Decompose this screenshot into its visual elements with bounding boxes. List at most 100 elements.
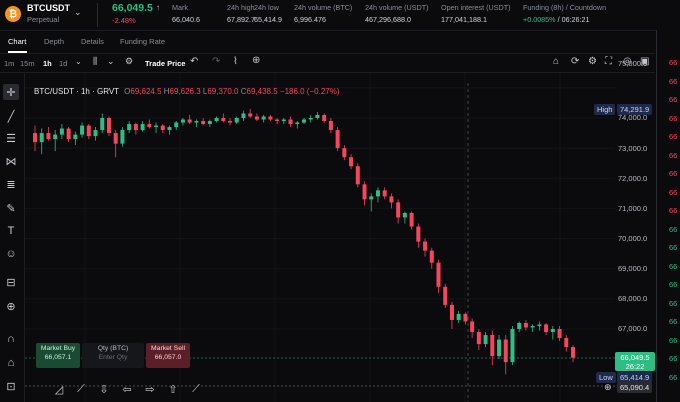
fib-icon[interactable]: ≣ [3,176,19,192]
candle-body [154,125,159,128]
tab-details[interactable]: Details [81,37,104,46]
lock-icon[interactable]: ⌂ [3,355,19,371]
trendline-icon[interactable]: ╱ [3,108,19,124]
ruler-tool-icon[interactable]: ◿ [50,381,68,397]
add-alert-icon[interactable]: ⊕ [604,382,612,393]
interval-1d[interactable]: 1d [59,59,67,68]
redo-icon[interactable]: ↷ [212,56,220,67]
interval-15m[interactable]: 15m [20,59,35,68]
tab-depth[interactable]: Depth [44,37,64,46]
brush-icon[interactable]: ✎ [3,200,19,216]
candle-body [402,212,407,218]
emoji-icon[interactable]: ☺ [3,246,19,262]
orderbook-price: 66 [669,280,678,289]
orderbook-price: 66 [669,169,678,178]
candle-body [342,148,347,158]
divider [97,3,98,27]
text-icon[interactable]: T [3,223,19,239]
interval-dropdown-icon[interactable]: ⌄ [75,57,82,66]
gear-icon[interactable]: ⚙ [588,56,597,67]
qty-field[interactable]: Qty (BTC) Enter Qty [82,343,144,368]
tab-chart[interactable]: Chart [8,37,26,46]
candle-body [113,133,118,144]
market-buy-button[interactable]: Market Buy 66,057.1 [36,343,80,368]
stat-24h-low: 24h low 65,414.9 [254,3,282,24]
pen-tool-icon[interactable]: ⟋ [187,381,205,397]
qty-input[interactable]: Enter Qty [82,354,144,361]
current-price-marker: 66,049.5 26:22 [615,352,655,371]
line-tool-icon[interactable]: ⟋ [72,381,90,397]
orderbook-price: 66 [669,95,678,104]
channel-icon[interactable]: ⋈ [3,153,19,169]
candle-body [302,119,306,123]
arrow-down-icon[interactable]: ⇩ [95,381,113,397]
orderbook-price: 66 [669,224,678,234]
indicators-icon[interactable]: ⌄ [107,56,115,67]
candle-body [537,324,542,326]
arrow-left-icon[interactable]: ⇦ [118,381,136,397]
candle-body [106,118,111,134]
stat-24h-volume-usdt: 24h volume (USDT) 467,296,688.0 [365,3,429,24]
orderbook-price: 66 [669,354,678,363]
candle-body [86,125,91,137]
orderbook-price: 66 [669,317,678,326]
symbol-dropdown-icon[interactable]: ⌄ [74,7,82,18]
candle-body [100,118,105,131]
zoom-in-icon[interactable]: ⊕ [3,298,19,314]
line-chart-icon[interactable]: ⌇ [233,56,238,67]
orderbook-price: 66 [669,132,678,141]
candle-body [449,304,454,320]
candle-body [268,116,273,120]
crosshair-icon[interactable]: ✛ [3,84,19,100]
high-label: High [594,104,616,115]
candle-type-icon[interactable]: ⫼ [93,56,97,67]
settings-icon[interactable]: ⚙ [125,56,133,67]
arrow-up-icon[interactable]: ⇧ [164,381,182,397]
candle-body [73,134,78,140]
interval-1h[interactable]: 1h [43,59,52,68]
tab-funding-rate[interactable]: Funding Rate [120,37,165,46]
interval-1m[interactable]: 1m [4,59,14,68]
candle-body [463,313,468,322]
candle-body [194,121,199,123]
chart-toolbar: 1m 15m 1h 1d ⌄ ⫼ ⌄ ⚙ Trade Price ↶ ↷ ⌇ ⊕… [0,54,655,73]
candle-body [429,250,434,263]
orderbook-price: 66 [669,150,678,160]
ruler-icon[interactable]: ⊟ [3,274,19,290]
alert-icon[interactable]: ⌂ [553,56,559,67]
legend-pair: BTC/USDT · 1h · GRVT [34,87,119,96]
high-value: 74,291.9 [617,104,653,115]
refresh-icon[interactable]: ⟳ [571,56,579,67]
trade-price-button[interactable]: Trade Price [145,59,185,68]
y-tick: 71,000.0 [618,204,648,213]
candle-body [503,339,508,363]
y-tick: 75,000.0 [618,59,648,68]
bottom-price-value: 65,090.4 [617,382,653,393]
candle-body [275,119,280,122]
candle-body [571,347,575,358]
candle-body [375,190,380,197]
y-tick: 73,000.0 [618,144,648,153]
lock-drawings-icon[interactable]: ⊡ [3,378,19,394]
quick-order-panel: Market Buy 66,057.1 Qty (BTC) Enter Qty … [36,343,198,369]
magnet-icon[interactable]: ∩ [3,331,19,347]
candle-body [66,128,71,140]
funding-countdown: / 06:26:21 [555,15,590,24]
current-price-value: 66,049.5 [620,353,650,362]
horizontal-lines-icon[interactable]: ☰ [3,130,19,146]
symbol-name[interactable]: BTCUSDT [27,3,70,13]
candle-body [147,124,152,128]
market-sell-button[interactable]: Market Sell 66,057.0 [146,343,190,368]
add-icon[interactable]: ⊕ [252,55,260,66]
candle-body [328,121,333,131]
orderbook-price: 66 [669,372,678,382]
candle-body [207,121,212,125]
orderbook-price: 66 [669,76,678,86]
candle-body [369,196,374,200]
candle-body [187,119,192,123]
candle-body [39,133,44,143]
arrow-right-icon[interactable]: ⇨ [141,381,159,397]
fullscreen-icon[interactable]: ⛶ [605,56,612,67]
undo-icon[interactable]: ↶ [190,56,198,67]
candle-body [362,184,367,200]
